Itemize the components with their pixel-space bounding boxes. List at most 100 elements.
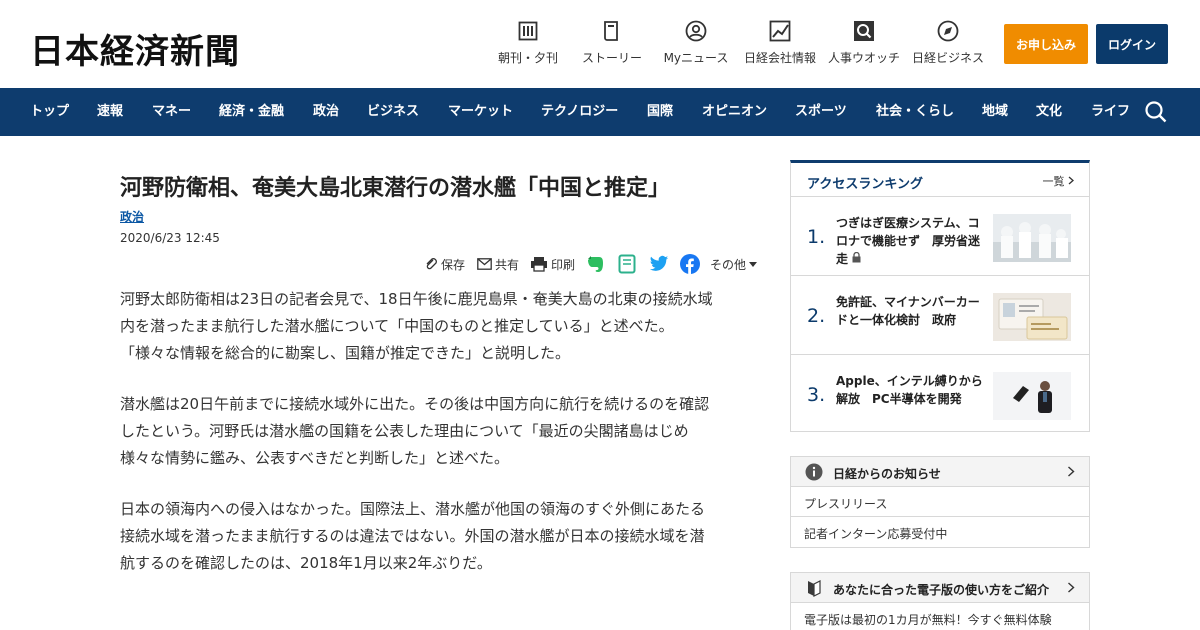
nav-item-breaking[interactable]: 速報 — [97, 88, 123, 136]
user-icon — [685, 20, 707, 42]
nav-morning-evening[interactable]: 朝刊・夕刊 — [498, 20, 558, 70]
chevron-right-icon — [1068, 176, 1074, 185]
paragraph-line: したという。河野氏は潜水艦の国籍を公表した理由について「最近の尖閣諸島はじめ — [120, 422, 689, 440]
rank-headline: Apple、インテル縛りから解放 PC半導体を開発 — [836, 374, 983, 406]
save-button[interactable]: 保存 — [424, 253, 465, 275]
nav-item-economy[interactable]: 経済・金融 — [219, 88, 284, 136]
notice-label: プレスリリース — [804, 497, 888, 511]
ranking-item[interactable]: 2. 免許証、マイナンバーカードと一体化検討 政府 — [791, 277, 1089, 355]
nikkei-notices-box: 日経からのお知らせ プレスリリース 記者インターン応募受付中 — [790, 456, 1090, 548]
guide-title: あなたに合った電子版の使い方をご紹介 — [833, 583, 1050, 597]
twitter-icon — [649, 255, 669, 271]
nav-item-life[interactable]: ライフ — [1091, 88, 1130, 136]
rank-headline: 免許証、マイナンバーカードと一体化検討 政府 — [836, 295, 980, 327]
ranking-thumbnail — [993, 293, 1071, 341]
share-button[interactable]: 共有 — [477, 253, 519, 275]
mail-icon — [477, 258, 492, 270]
rank-number: 1. — [807, 226, 826, 248]
nav-item-region[interactable]: 地域 — [982, 88, 1008, 136]
article-title: 河野防衛相、奄美大島北東潜行の潜水艦「中国と推定」 — [120, 176, 671, 201]
nav-label: 日経ビジネス — [912, 51, 985, 65]
bookmark-button[interactable] — [618, 253, 639, 275]
save-label: 保存 — [441, 257, 466, 272]
subscribe-button[interactable]: お申し込み — [1004, 24, 1088, 64]
nav-item-sports[interactable]: スポーツ — [795, 88, 847, 136]
paperclip-icon — [426, 258, 437, 270]
share-label: 共有 — [495, 257, 520, 272]
nav-mynews[interactable]: Myニュース — [664, 20, 728, 70]
site-header: 日本経済新聞 朝刊・夕刊 ストーリー Myニュース 日経会社情報 人事ウオッチ — [0, 0, 1200, 88]
caret-down-icon — [749, 262, 758, 267]
paragraph-line: 様々な情勢に鑑み、公表すべきだと判断した」と述べた。 — [120, 449, 509, 467]
notice-item-internship[interactable]: 記者インターン応募受付中 — [791, 517, 1089, 547]
evernote-button[interactable] — [587, 253, 608, 275]
nav-label: 人事ウオッチ — [828, 51, 901, 65]
nav-label: 朝刊・夕刊 — [498, 51, 559, 65]
nav-item-world[interactable]: 国際 — [647, 88, 673, 136]
nav-item-opinion[interactable]: オピニオン — [702, 88, 767, 136]
notice-label: 記者インターン応募受付中 — [804, 527, 948, 541]
paragraph-line: 航するのを確認したのは、2018年1月以来2年ぶりだ。 — [120, 554, 492, 572]
nav-label: ストーリー — [582, 51, 643, 65]
nav-item-market[interactable]: マーケット — [448, 88, 513, 136]
article-paragraph: 潜水艦は20日午前までに接続水域外に出た。その後は中国方向に航行を続けるのを確認… — [120, 391, 760, 472]
article-category-link[interactable]: 政治 — [120, 208, 144, 225]
paragraph-line: 「様々な情報を総合的に勘案し、国籍が推定できた」と説明した。 — [120, 344, 571, 362]
nav-item-top[interactable]: トップ — [30, 88, 69, 136]
bookmark-icon — [618, 254, 636, 274]
digital-guide-box: あなたに合った電子版の使い方をご紹介 電子版は最初の1カ月が無料！今すぐ無料体験 — [790, 572, 1090, 630]
nav-item-society[interactable]: 社会・くらし — [876, 88, 954, 136]
article-paragraph: 日本の領海内への侵入はなかった。国際法上、潜水艦が他国の領海のすぐ外側にあたる … — [120, 496, 760, 577]
article-paragraph: 河野太郎防衛相は23日の記者会見で、18日午後に鹿児島県・奄美大島の北東の接続水… — [120, 286, 760, 367]
guide-subtext[interactable]: 電子版は最初の1カ月が無料！今すぐ無料体験 — [804, 611, 1052, 628]
site-logo[interactable]: 日本経済新聞 — [30, 24, 240, 73]
nav-item-technology[interactable]: テクノロジー — [541, 88, 618, 136]
nav-item-politics[interactable]: 政治 — [313, 88, 339, 136]
ranking-item[interactable]: 1. つぎはぎ医療システム、コロナで機能せず 厚労省迷走 — [791, 198, 1089, 276]
paragraph-line: 接続水域を潜ったまま航行するのは違法ではない。外国の潜水艦が日本の接続水域を潜 — [120, 527, 705, 545]
article-date: 2020/6/23 12:45 — [120, 231, 220, 245]
chart-icon — [769, 20, 791, 42]
notice-item-press-release[interactable]: プレスリリース — [791, 487, 1089, 517]
notices-title: 日経からのお知らせ — [833, 467, 941, 481]
ranking-more-label: 一覧 — [1042, 175, 1065, 188]
ranking-thumbnail — [993, 214, 1071, 262]
paragraph-line: 日本の領海内への侵入はなかった。国際法上、潜水艦が他国の領海のすぐ外側にあたる — [120, 500, 706, 518]
chevron-right-icon — [1068, 466, 1075, 477]
ranking-item[interactable]: 3. Apple、インテル縛りから解放 PC半導体を開発 — [791, 356, 1089, 434]
nav-story[interactable]: ストーリー — [582, 20, 642, 70]
magnifier-icon — [853, 20, 875, 42]
lock-icon — [852, 251, 861, 263]
chevron-right-icon — [1068, 582, 1075, 593]
nav-item-business[interactable]: ビジネス — [367, 88, 419, 136]
printer-icon — [531, 257, 547, 272]
login-button[interactable]: ログイン — [1096, 24, 1168, 64]
twitter-button[interactable] — [649, 253, 672, 275]
nav-label: Myニュース — [663, 51, 729, 65]
nav-item-money[interactable]: マネー — [152, 88, 191, 136]
nav-company-info[interactable]: 日経会社情報 — [744, 20, 816, 70]
print-button[interactable]: 印刷 — [530, 253, 575, 275]
facebook-button[interactable] — [680, 253, 703, 275]
nav-label: 日経会社情報 — [744, 51, 817, 65]
paragraph-line: 内を潜ったまま航行した潜水艦について「中国のものと推定している」と述べた。 — [120, 317, 674, 335]
rank-headline: つぎはぎ医療システム、コロナで機能せず 厚労省迷走 — [836, 214, 986, 268]
notices-header[interactable]: 日経からのお知らせ — [791, 457, 1089, 487]
info-icon — [805, 463, 823, 481]
nav-item-culture[interactable]: 文化 — [1036, 88, 1062, 136]
more-share-dropdown[interactable]: その他 — [710, 253, 761, 275]
guide-header[interactable]: あなたに合った電子版の使い方をご紹介 — [791, 573, 1089, 603]
ranking-header: アクセスランキング 一覧 — [791, 163, 1089, 197]
rank-number: 2. — [807, 305, 826, 327]
nav-personnel-watch[interactable]: 人事ウオッチ — [828, 20, 900, 70]
ranking-more-link[interactable]: 一覧 — [1043, 173, 1076, 189]
beginner-leaf-icon — [808, 580, 821, 597]
print-label: 印刷 — [551, 257, 576, 272]
book-icon — [601, 20, 623, 42]
ranking-thumbnail — [993, 372, 1071, 420]
nav-nikkei-business[interactable]: 日経ビジネス — [912, 20, 984, 70]
access-ranking-box: アクセスランキング 一覧 1. つぎはぎ医療システム、コロナで機能せず 厚労省迷… — [790, 160, 1090, 432]
search-icon[interactable] — [1144, 100, 1168, 124]
ranking-title: アクセスランキング — [807, 177, 923, 192]
rank-number: 3. — [807, 384, 826, 406]
